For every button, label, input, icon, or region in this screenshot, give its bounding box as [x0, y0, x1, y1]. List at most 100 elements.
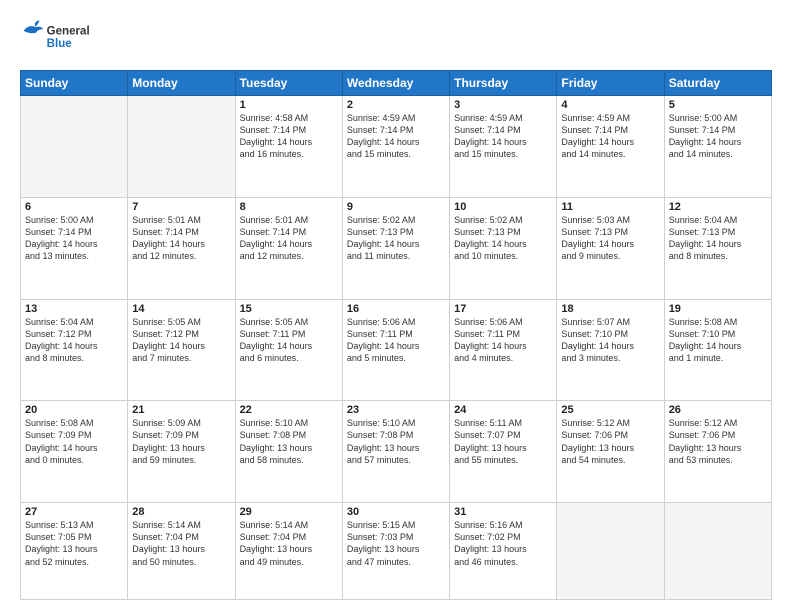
day-info: Sunrise: 5:03 AM Sunset: 7:13 PM Dayligh… [561, 214, 659, 263]
calendar-cell: 6Sunrise: 5:00 AM Sunset: 7:14 PM Daylig… [21, 197, 128, 299]
day-number: 13 [25, 303, 123, 315]
day-info: Sunrise: 5:12 AM Sunset: 7:06 PM Dayligh… [561, 417, 659, 466]
calendar-cell: 28Sunrise: 5:14 AM Sunset: 7:04 PM Dayli… [128, 503, 235, 600]
day-number: 27 [25, 506, 123, 518]
week-row-4: 20Sunrise: 5:08 AM Sunset: 7:09 PM Dayli… [21, 401, 772, 503]
day-number: 15 [240, 303, 338, 315]
day-number: 12 [669, 201, 767, 213]
week-row-2: 6Sunrise: 5:00 AM Sunset: 7:14 PM Daylig… [21, 197, 772, 299]
calendar-cell: 15Sunrise: 5:05 AM Sunset: 7:11 PM Dayli… [235, 299, 342, 401]
calendar-cell: 27Sunrise: 5:13 AM Sunset: 7:05 PM Dayli… [21, 503, 128, 600]
day-number: 28 [132, 506, 230, 518]
calendar-cell: 26Sunrise: 5:12 AM Sunset: 7:06 PM Dayli… [664, 401, 771, 503]
calendar-cell: 20Sunrise: 5:08 AM Sunset: 7:09 PM Dayli… [21, 401, 128, 503]
day-number: 14 [132, 303, 230, 315]
day-info: Sunrise: 5:02 AM Sunset: 7:13 PM Dayligh… [454, 214, 552, 263]
weekday-header-friday: Friday [557, 71, 664, 96]
day-info: Sunrise: 5:09 AM Sunset: 7:09 PM Dayligh… [132, 417, 230, 466]
weekday-header-sunday: Sunday [21, 71, 128, 96]
calendar-cell: 1Sunrise: 4:58 AM Sunset: 7:14 PM Daylig… [235, 96, 342, 198]
calendar-cell: 3Sunrise: 4:59 AM Sunset: 7:14 PM Daylig… [450, 96, 557, 198]
logo-svg: General Blue [20, 16, 100, 60]
calendar-cell: 8Sunrise: 5:01 AM Sunset: 7:14 PM Daylig… [235, 197, 342, 299]
weekday-header-saturday: Saturday [664, 71, 771, 96]
calendar-cell: 12Sunrise: 5:04 AM Sunset: 7:13 PM Dayli… [664, 197, 771, 299]
day-info: Sunrise: 5:14 AM Sunset: 7:04 PM Dayligh… [240, 519, 338, 568]
calendar-cell: 9Sunrise: 5:02 AM Sunset: 7:13 PM Daylig… [342, 197, 449, 299]
day-number: 5 [669, 99, 767, 111]
calendar-cell: 25Sunrise: 5:12 AM Sunset: 7:06 PM Dayli… [557, 401, 664, 503]
calendar-cell: 17Sunrise: 5:06 AM Sunset: 7:11 PM Dayli… [450, 299, 557, 401]
day-info: Sunrise: 5:06 AM Sunset: 7:11 PM Dayligh… [454, 316, 552, 365]
day-info: Sunrise: 5:07 AM Sunset: 7:10 PM Dayligh… [561, 316, 659, 365]
day-number: 25 [561, 404, 659, 416]
day-info: Sunrise: 4:59 AM Sunset: 7:14 PM Dayligh… [454, 112, 552, 161]
day-number: 16 [347, 303, 445, 315]
day-number: 23 [347, 404, 445, 416]
day-info: Sunrise: 5:02 AM Sunset: 7:13 PM Dayligh… [347, 214, 445, 263]
calendar-table: SundayMondayTuesdayWednesdayThursdayFrid… [20, 70, 772, 600]
day-info: Sunrise: 4:59 AM Sunset: 7:14 PM Dayligh… [561, 112, 659, 161]
day-number: 31 [454, 506, 552, 518]
day-info: Sunrise: 5:12 AM Sunset: 7:06 PM Dayligh… [669, 417, 767, 466]
calendar-cell: 21Sunrise: 5:09 AM Sunset: 7:09 PM Dayli… [128, 401, 235, 503]
calendar-cell: 13Sunrise: 5:04 AM Sunset: 7:12 PM Dayli… [21, 299, 128, 401]
day-info: Sunrise: 5:16 AM Sunset: 7:02 PM Dayligh… [454, 519, 552, 568]
day-info: Sunrise: 5:15 AM Sunset: 7:03 PM Dayligh… [347, 519, 445, 568]
day-number: 17 [454, 303, 552, 315]
week-row-5: 27Sunrise: 5:13 AM Sunset: 7:05 PM Dayli… [21, 503, 772, 600]
day-number: 7 [132, 201, 230, 213]
calendar-cell: 7Sunrise: 5:01 AM Sunset: 7:14 PM Daylig… [128, 197, 235, 299]
weekday-header-wednesday: Wednesday [342, 71, 449, 96]
day-number: 19 [669, 303, 767, 315]
weekday-header-monday: Monday [128, 71, 235, 96]
day-info: Sunrise: 5:06 AM Sunset: 7:11 PM Dayligh… [347, 316, 445, 365]
calendar-cell: 31Sunrise: 5:16 AM Sunset: 7:02 PM Dayli… [450, 503, 557, 600]
calendar-cell: 19Sunrise: 5:08 AM Sunset: 7:10 PM Dayli… [664, 299, 771, 401]
day-info: Sunrise: 5:00 AM Sunset: 7:14 PM Dayligh… [669, 112, 767, 161]
day-info: Sunrise: 5:01 AM Sunset: 7:14 PM Dayligh… [132, 214, 230, 263]
day-info: Sunrise: 5:13 AM Sunset: 7:05 PM Dayligh… [25, 519, 123, 568]
calendar-cell: 11Sunrise: 5:03 AM Sunset: 7:13 PM Dayli… [557, 197, 664, 299]
day-number: 8 [240, 201, 338, 213]
day-info: Sunrise: 4:59 AM Sunset: 7:14 PM Dayligh… [347, 112, 445, 161]
day-number: 30 [347, 506, 445, 518]
day-number: 1 [240, 99, 338, 111]
day-number: 18 [561, 303, 659, 315]
calendar-cell: 18Sunrise: 5:07 AM Sunset: 7:10 PM Dayli… [557, 299, 664, 401]
day-number: 22 [240, 404, 338, 416]
day-info: Sunrise: 4:58 AM Sunset: 7:14 PM Dayligh… [240, 112, 338, 161]
header: General Blue [20, 16, 772, 60]
calendar-cell [664, 503, 771, 600]
day-number: 3 [454, 99, 552, 111]
week-row-3: 13Sunrise: 5:04 AM Sunset: 7:12 PM Dayli… [21, 299, 772, 401]
svg-text:General: General [47, 25, 90, 37]
calendar-page: General Blue SundayMondayTuesdayWednesda… [0, 0, 792, 612]
week-row-1: 1Sunrise: 4:58 AM Sunset: 7:14 PM Daylig… [21, 96, 772, 198]
calendar-cell: 14Sunrise: 5:05 AM Sunset: 7:12 PM Dayli… [128, 299, 235, 401]
calendar-cell: 16Sunrise: 5:06 AM Sunset: 7:11 PM Dayli… [342, 299, 449, 401]
logo: General Blue [20, 16, 100, 60]
day-number: 6 [25, 201, 123, 213]
calendar-cell: 22Sunrise: 5:10 AM Sunset: 7:08 PM Dayli… [235, 401, 342, 503]
day-number: 26 [669, 404, 767, 416]
day-number: 21 [132, 404, 230, 416]
calendar-cell: 24Sunrise: 5:11 AM Sunset: 7:07 PM Dayli… [450, 401, 557, 503]
day-info: Sunrise: 5:10 AM Sunset: 7:08 PM Dayligh… [240, 417, 338, 466]
day-info: Sunrise: 5:01 AM Sunset: 7:14 PM Dayligh… [240, 214, 338, 263]
calendar-cell: 29Sunrise: 5:14 AM Sunset: 7:04 PM Dayli… [235, 503, 342, 600]
calendar-cell: 30Sunrise: 5:15 AM Sunset: 7:03 PM Dayli… [342, 503, 449, 600]
day-info: Sunrise: 5:04 AM Sunset: 7:13 PM Dayligh… [669, 214, 767, 263]
day-number: 11 [561, 201, 659, 213]
day-number: 10 [454, 201, 552, 213]
calendar-cell: 23Sunrise: 5:10 AM Sunset: 7:08 PM Dayli… [342, 401, 449, 503]
weekday-header-thursday: Thursday [450, 71, 557, 96]
day-info: Sunrise: 5:10 AM Sunset: 7:08 PM Dayligh… [347, 417, 445, 466]
day-info: Sunrise: 5:04 AM Sunset: 7:12 PM Dayligh… [25, 316, 123, 365]
weekday-header-tuesday: Tuesday [235, 71, 342, 96]
day-info: Sunrise: 5:08 AM Sunset: 7:09 PM Dayligh… [25, 417, 123, 466]
day-info: Sunrise: 5:05 AM Sunset: 7:11 PM Dayligh… [240, 316, 338, 365]
day-info: Sunrise: 5:00 AM Sunset: 7:14 PM Dayligh… [25, 214, 123, 263]
calendar-cell: 2Sunrise: 4:59 AM Sunset: 7:14 PM Daylig… [342, 96, 449, 198]
day-info: Sunrise: 5:05 AM Sunset: 7:12 PM Dayligh… [132, 316, 230, 365]
